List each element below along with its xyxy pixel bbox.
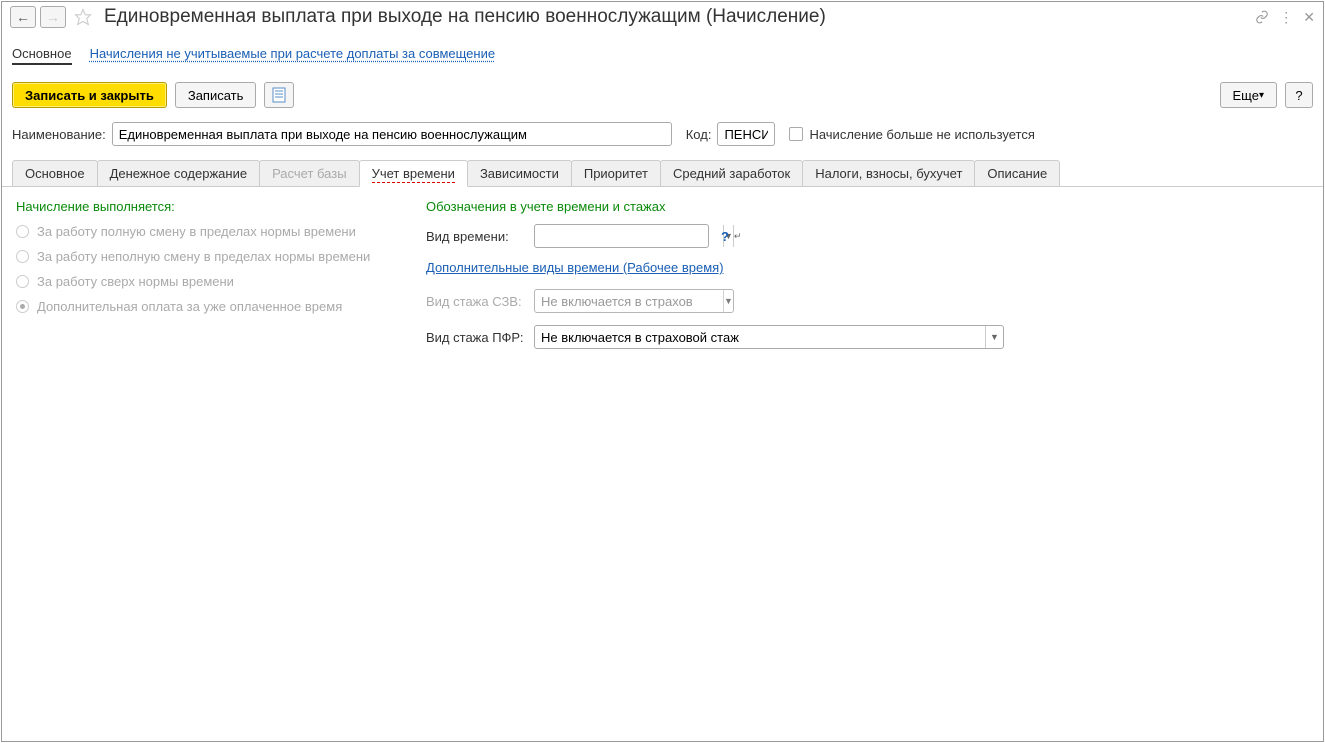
back-button[interactable]: ← [10, 6, 36, 28]
main-tabs: Основное Денежное содержание Расчет базы… [2, 152, 1323, 187]
tab-osnovnoe[interactable]: Основное [12, 160, 98, 186]
radio-overtime: За работу сверх нормы времени [16, 274, 396, 289]
unused-checkbox-wrap[interactable]: Начисление больше не используется [789, 127, 1034, 142]
window: ← → Единовременная выплата при выходе на… [1, 1, 1324, 742]
help-icon[interactable]: ? [721, 229, 729, 244]
window-title: Единовременная выплата при выходе на пен… [104, 6, 1251, 28]
title-actions: ⋮ ✕ [1255, 9, 1315, 26]
toolbar: Записать и закрыть Записать Еще ? [2, 74, 1323, 116]
radio-additional-pay: Дополнительная оплата за уже оплаченное … [16, 299, 396, 314]
section-tab-link[interactable]: Начисления не учитываемые при расчете до… [90, 44, 496, 65]
unused-label: Начисление больше не используется [809, 127, 1034, 142]
additional-time-types-link[interactable]: Дополнительные виды времени (Рабочее вре… [426, 260, 724, 275]
radio-icon [16, 300, 29, 313]
tab-content: Начисление выполняется: За работу полную… [2, 187, 1323, 373]
code-input[interactable] [717, 122, 775, 146]
kebab-menu-icon[interactable]: ⋮ [1279, 9, 1293, 26]
vid-vremeni-combo[interactable]: ▼ ↵ [534, 224, 709, 248]
radio-icon [16, 275, 29, 288]
radio-full-shift: За работу полную смену в пределах нормы … [16, 224, 396, 239]
vid-vremeni-input[interactable] [535, 225, 723, 247]
dropdown-icon[interactable]: ▼ [985, 326, 1003, 348]
name-label: Наименование: [12, 127, 106, 142]
close-icon[interactable]: ✕ [1303, 9, 1315, 26]
staz-szv-input[interactable] [535, 290, 723, 312]
staz-szv-label: Вид стажа СЗВ: [426, 294, 526, 309]
dropdown-icon[interactable]: ▼ [723, 290, 733, 312]
left-header: Начисление выполняется: [16, 199, 396, 214]
link-icon[interactable] [1255, 10, 1269, 24]
radio-icon [16, 250, 29, 263]
tab-raschet-bazy[interactable]: Расчет базы [259, 160, 360, 186]
tab-opisanie[interactable]: Описание [974, 160, 1060, 186]
section-tabs: Основное Начисления не учитываемые при р… [2, 32, 1323, 74]
staz-pfr-combo[interactable]: ▼ [534, 325, 1004, 349]
section-tab-main[interactable]: Основное [12, 44, 72, 65]
unused-checkbox[interactable] [789, 127, 803, 141]
tab-nalogi[interactable]: Налоги, взносы, бухучет [802, 160, 975, 186]
radio-group: За работу полную смену в пределах нормы … [16, 224, 396, 314]
right-column: Обозначения в учете времени и стажах Вид… [426, 199, 1309, 361]
favorite-star-icon[interactable] [70, 8, 96, 26]
titlebar: ← → Единовременная выплата при выходе на… [2, 2, 1323, 32]
name-row: Наименование: Код: Начисление больше не … [2, 116, 1323, 152]
dop-link-row: Дополнительные виды времени (Рабочее вре… [426, 260, 1309, 275]
tab-sredniy[interactable]: Средний заработок [660, 160, 803, 186]
more-button[interactable]: Еще [1220, 82, 1277, 108]
tab-zavisimosti[interactable]: Зависимости [467, 160, 572, 186]
help-button[interactable]: ? [1285, 82, 1313, 108]
tab-prioritet[interactable]: Приоритет [571, 160, 661, 186]
staz-szv-row: Вид стажа СЗВ: ▼ [426, 289, 1309, 313]
left-column: Начисление выполняется: За работу полную… [16, 199, 396, 361]
vid-vremeni-row: Вид времени: ▼ ↵ ? [426, 224, 1309, 248]
radio-icon [16, 225, 29, 238]
report-button[interactable] [264, 82, 294, 108]
staz-pfr-row: Вид стажа ПФР: ▼ [426, 325, 1309, 349]
save-button[interactable]: Записать [175, 82, 257, 108]
code-label: Код: [686, 127, 712, 142]
tab-uchet-vremeni[interactable]: Учет времени [359, 160, 468, 187]
open-icon[interactable]: ↵ [733, 225, 742, 247]
staz-szv-combo[interactable]: ▼ [534, 289, 734, 313]
name-input[interactable] [112, 122, 672, 146]
vid-vremeni-label: Вид времени: [426, 229, 526, 244]
forward-button[interactable]: → [40, 6, 66, 28]
staz-pfr-input[interactable] [535, 326, 985, 348]
tab-denezhnoe[interactable]: Денежное содержание [97, 160, 260, 186]
save-and-close-button[interactable]: Записать и закрыть [12, 82, 167, 108]
radio-partial-shift: За работу неполную смену в пределах норм… [16, 249, 396, 264]
right-header: Обозначения в учете времени и стажах [426, 199, 1309, 214]
staz-pfr-label: Вид стажа ПФР: [426, 330, 526, 345]
